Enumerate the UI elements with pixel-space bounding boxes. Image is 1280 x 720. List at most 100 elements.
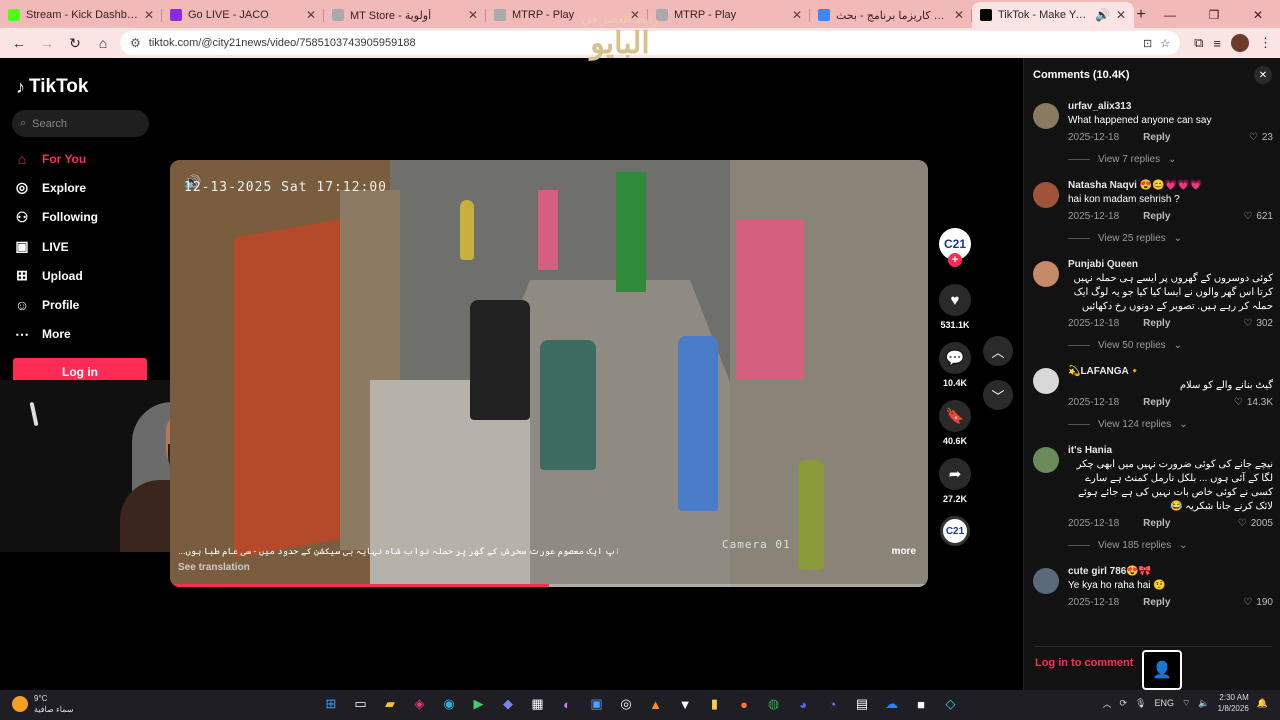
browser-tab[interactable]: MT Store - أولوية ✕ bbox=[324, 2, 486, 28]
commenter-name[interactable]: cute girl 786😍🎀 bbox=[1068, 565, 1273, 579]
speaker-icon[interactable]: 🔈 bbox=[1198, 698, 1209, 709]
commenter-avatar[interactable] bbox=[1033, 103, 1059, 129]
close-icon[interactable]: ✕ bbox=[1254, 66, 1272, 84]
follow-plus-icon[interactable]: + bbox=[948, 253, 962, 267]
commenter-name[interactable]: it's Hania bbox=[1068, 444, 1273, 458]
commenter-name[interactable]: Natasha Naqvi 😍😊💗💗💗 bbox=[1068, 179, 1273, 193]
nav-item-upload[interactable]: ⊞ Upload bbox=[14, 261, 98, 290]
view-replies-button[interactable]: View 185 replies ⌄ bbox=[1068, 535, 1273, 555]
comment-heart-icon[interactable]: ♡ bbox=[1243, 597, 1252, 608]
bookmark-star-icon[interactable]: ☆ bbox=[1160, 37, 1170, 50]
browser-tab[interactable]: Go LIVE - JACO ✕ bbox=[162, 2, 324, 28]
browser-tab[interactable]: Stream - Kick Dashboard ✕ bbox=[0, 2, 162, 28]
browser-tab[interactable]: كاريزما برنامج - بحث Google ✕ bbox=[810, 2, 972, 28]
home-icon[interactable]: ⌂ bbox=[92, 32, 114, 54]
edge-icon[interactable]: ◉ bbox=[438, 692, 460, 716]
app-orange-icon[interactable]: ▲ bbox=[645, 692, 667, 716]
firefox-icon[interactable]: ● bbox=[733, 692, 755, 716]
forward-icon[interactable]: → bbox=[36, 32, 58, 54]
install-icon[interactable]: ⊡ bbox=[1143, 37, 1152, 50]
channel-avatar[interactable]: C21 + bbox=[939, 228, 971, 267]
commenter-avatar[interactable] bbox=[1033, 447, 1059, 473]
wifi-icon[interactable]: ⌔ bbox=[1182, 698, 1190, 709]
tray-mic-icon[interactable]: 🎙 bbox=[1135, 698, 1146, 709]
nav-item-profile[interactable]: ☺ Profile bbox=[14, 290, 98, 319]
obs-icon[interactable]: ◎ bbox=[615, 692, 637, 716]
commenter-avatar[interactable] bbox=[1033, 261, 1059, 287]
copilot-icon[interactable]: ◐ bbox=[556, 692, 578, 716]
browser-tab[interactable]: TikTok - Make Your Day 🔊 ✕ bbox=[972, 2, 1134, 28]
floating-profile-button[interactable]: 👤 bbox=[1142, 650, 1182, 690]
file-explorer-icon[interactable]: ▰ bbox=[379, 692, 401, 716]
music-disc-icon[interactable]: C21 bbox=[940, 516, 970, 546]
heart-icon[interactable]: ♥ bbox=[939, 284, 971, 316]
close-window-icon[interactable]: ✕ bbox=[1236, 2, 1280, 28]
video-player[interactable]: 🔊 12-13-2025 Sat 17:12:00 Camera 01 ...ر… bbox=[170, 160, 928, 587]
commenter-name[interactable]: Punjabi Queen bbox=[1068, 258, 1273, 272]
chevron-down-icon[interactable]: ﹀ bbox=[983, 380, 1013, 410]
commenter-avatar[interactable] bbox=[1033, 182, 1059, 208]
notification-icon[interactable]: 🔔 bbox=[1257, 698, 1268, 709]
app-teal-icon[interactable]: ◇ bbox=[940, 692, 962, 716]
commenter-name[interactable]: urfav_alix313 bbox=[1068, 100, 1273, 114]
app-blue-icon[interactable]: ▣ bbox=[586, 692, 608, 716]
discord-icon[interactable]: ◕ bbox=[792, 692, 814, 716]
windows-start-icon[interactable]: ⊞ bbox=[320, 692, 342, 716]
tray-sync-icon[interactable]: ⟳ bbox=[1119, 698, 1127, 709]
app-grid-icon[interactable]: ▤ bbox=[851, 692, 873, 716]
language-indicator[interactable]: ENG bbox=[1154, 698, 1174, 708]
tab-close-icon[interactable]: ✕ bbox=[144, 8, 154, 22]
app-purple-icon[interactable]: ◔ bbox=[822, 692, 844, 716]
weather-widget[interactable]: 9°C سماء صافية bbox=[12, 693, 74, 715]
task-view-icon[interactable]: ▭ bbox=[350, 692, 372, 716]
tab-close-icon[interactable]: ✕ bbox=[792, 8, 802, 22]
comment-icon[interactable]: 💬 bbox=[939, 342, 971, 374]
search-input[interactable]: ⌕ Search bbox=[12, 110, 149, 137]
commenter-name[interactable]: 💫LAFANGA🔸 bbox=[1068, 365, 1273, 379]
nav-item-following[interactable]: ⚇ Following bbox=[14, 203, 98, 232]
app-yellow-icon[interactable]: ▮ bbox=[704, 692, 726, 716]
tab-audio-icon[interactable]: 🔊 bbox=[1095, 8, 1110, 22]
minimize-icon[interactable]: — bbox=[1148, 2, 1192, 28]
clock[interactable]: 2:30 AM 1/8/2026 bbox=[1218, 692, 1249, 714]
comment-heart-icon[interactable]: ♡ bbox=[1243, 211, 1252, 222]
view-replies-button[interactable]: View 50 replies ⌄ bbox=[1068, 335, 1273, 355]
reply-button[interactable]: Reply bbox=[1143, 132, 1170, 143]
back-icon[interactable]: ← bbox=[8, 32, 30, 54]
comment-heart-icon[interactable]: ♡ bbox=[1238, 518, 1247, 529]
maximize-icon[interactable]: ❐ bbox=[1192, 2, 1236, 28]
view-replies-button[interactable]: View 25 replies ⌄ bbox=[1068, 228, 1273, 248]
see-translation-link[interactable]: See translation bbox=[178, 562, 250, 573]
comment-heart-icon[interactable]: ♡ bbox=[1243, 318, 1252, 329]
new-tab-button[interactable]: + bbox=[1134, 2, 1148, 28]
reload-icon[interactable]: ↻ bbox=[64, 32, 86, 54]
tidal-icon[interactable]: ▼ bbox=[674, 692, 696, 716]
store-icon[interactable]: ▦ bbox=[527, 692, 549, 716]
site-info-icon[interactable]: ⚙ bbox=[130, 36, 141, 50]
tab-close-icon[interactable]: ✕ bbox=[954, 8, 964, 22]
tiktok-logo[interactable]: ♪ TikTok bbox=[16, 76, 88, 98]
reply-button[interactable]: Reply bbox=[1143, 211, 1170, 222]
more-link[interactable]: more bbox=[892, 546, 916, 557]
commenter-avatar[interactable] bbox=[1033, 368, 1059, 394]
reply-button[interactable]: Reply bbox=[1143, 518, 1170, 529]
view-replies-button[interactable]: View 7 replies ⌄ bbox=[1068, 149, 1273, 169]
bookmark-icon[interactable]: 🔖 bbox=[939, 400, 971, 432]
teams-icon[interactable]: ◆ bbox=[497, 692, 519, 716]
nav-item-more[interactable]: ⋯ More bbox=[14, 320, 98, 349]
tray-chevron-icon[interactable]: ︿ bbox=[1102, 697, 1111, 710]
extensions-icon[interactable]: ⧉ bbox=[1194, 35, 1203, 51]
reply-button[interactable]: Reply bbox=[1143, 597, 1170, 608]
chevron-up-icon[interactable]: ︿ bbox=[983, 336, 1013, 366]
play-store-icon[interactable]: ▶ bbox=[468, 692, 490, 716]
video-progress-bar[interactable] bbox=[170, 584, 928, 587]
app-red-icon[interactable]: ◈ bbox=[409, 692, 431, 716]
app-black-icon[interactable]: ■ bbox=[910, 692, 932, 716]
reply-button[interactable]: Reply bbox=[1143, 397, 1170, 408]
share-icon[interactable]: ➦ bbox=[939, 458, 971, 490]
commenter-avatar[interactable] bbox=[1033, 568, 1059, 594]
app-cloud-icon[interactable]: ☁ bbox=[881, 692, 903, 716]
reply-button[interactable]: Reply bbox=[1143, 318, 1170, 329]
nav-item-for-you[interactable]: ⌂ For You bbox=[14, 144, 98, 173]
menu-kebab-icon[interactable]: ⋮ bbox=[1259, 35, 1272, 51]
